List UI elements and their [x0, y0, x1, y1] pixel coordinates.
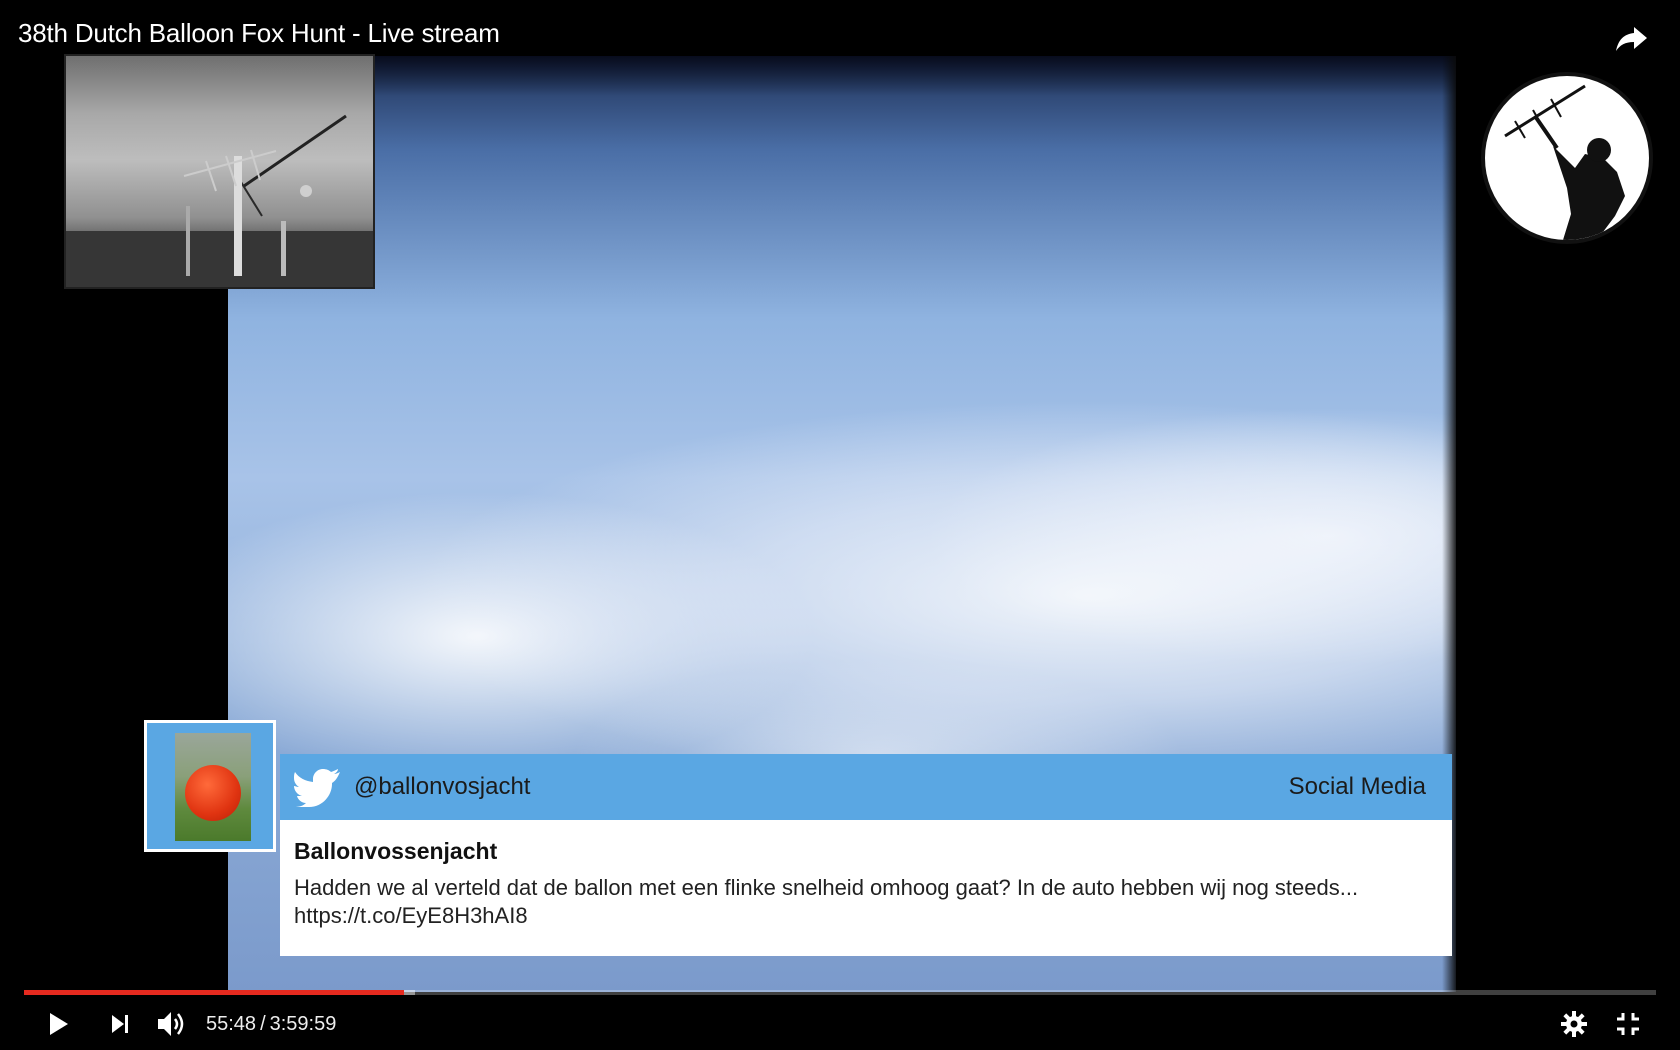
avatar-photo	[175, 733, 251, 841]
red-balloon-image	[185, 765, 241, 821]
progress-bar[interactable]	[24, 990, 1656, 995]
inset-camera-feed	[64, 54, 375, 289]
volume-icon	[158, 1012, 184, 1036]
tweet-overlay: @ballonvosjacht Social Media Ballonvosse…	[280, 754, 1452, 956]
tweet-source-label: Social Media	[1288, 773, 1426, 800]
share-button[interactable]	[1612, 18, 1652, 58]
tweet-body: Ballonvossenjacht Hadden we al verteld d…	[280, 820, 1452, 956]
player-controls: 55:48/3:59:59	[0, 1000, 1680, 1050]
progress-played	[24, 990, 404, 995]
time-display: 55:48/3:59:59	[206, 1013, 336, 1036]
tweet-text: Hadden we al verteld dat de ballon met e…	[294, 875, 1359, 928]
tweet-header: @ballonvosjacht Social Media	[280, 754, 1452, 820]
next-button[interactable]	[100, 1004, 140, 1044]
next-icon	[112, 1015, 128, 1033]
settings-button[interactable]	[1554, 1004, 1594, 1044]
exit-fullscreen-button[interactable]	[1608, 1004, 1648, 1044]
antenna-mast-image	[66, 114, 373, 287]
video-player[interactable]: 38th Dutch Balloon Fox Hunt - Live strea…	[0, 0, 1680, 1050]
twitter-bird-icon	[294, 769, 340, 807]
exit-fullscreen-icon	[1617, 1013, 1639, 1035]
play-button[interactable]	[38, 1004, 78, 1044]
time-separator: /	[260, 1013, 266, 1035]
share-icon	[1616, 27, 1647, 51]
volume-button[interactable]	[152, 1004, 192, 1044]
tweet-handle: @ballonvosjacht	[354, 773, 531, 800]
current-time: 55:48	[206, 1013, 257, 1035]
duration: 3:59:59	[269, 1013, 337, 1035]
gear-icon	[1561, 1011, 1587, 1037]
play-icon	[50, 1013, 68, 1035]
antenna-hunter-icon	[1504, 84, 1625, 240]
video-title: 38th Dutch Balloon Fox Hunt - Live strea…	[18, 18, 500, 48]
tweet-author: Ballonvossenjacht	[294, 838, 498, 864]
fox-hunt-logo	[1481, 72, 1653, 244]
tweet-avatar	[144, 720, 276, 852]
